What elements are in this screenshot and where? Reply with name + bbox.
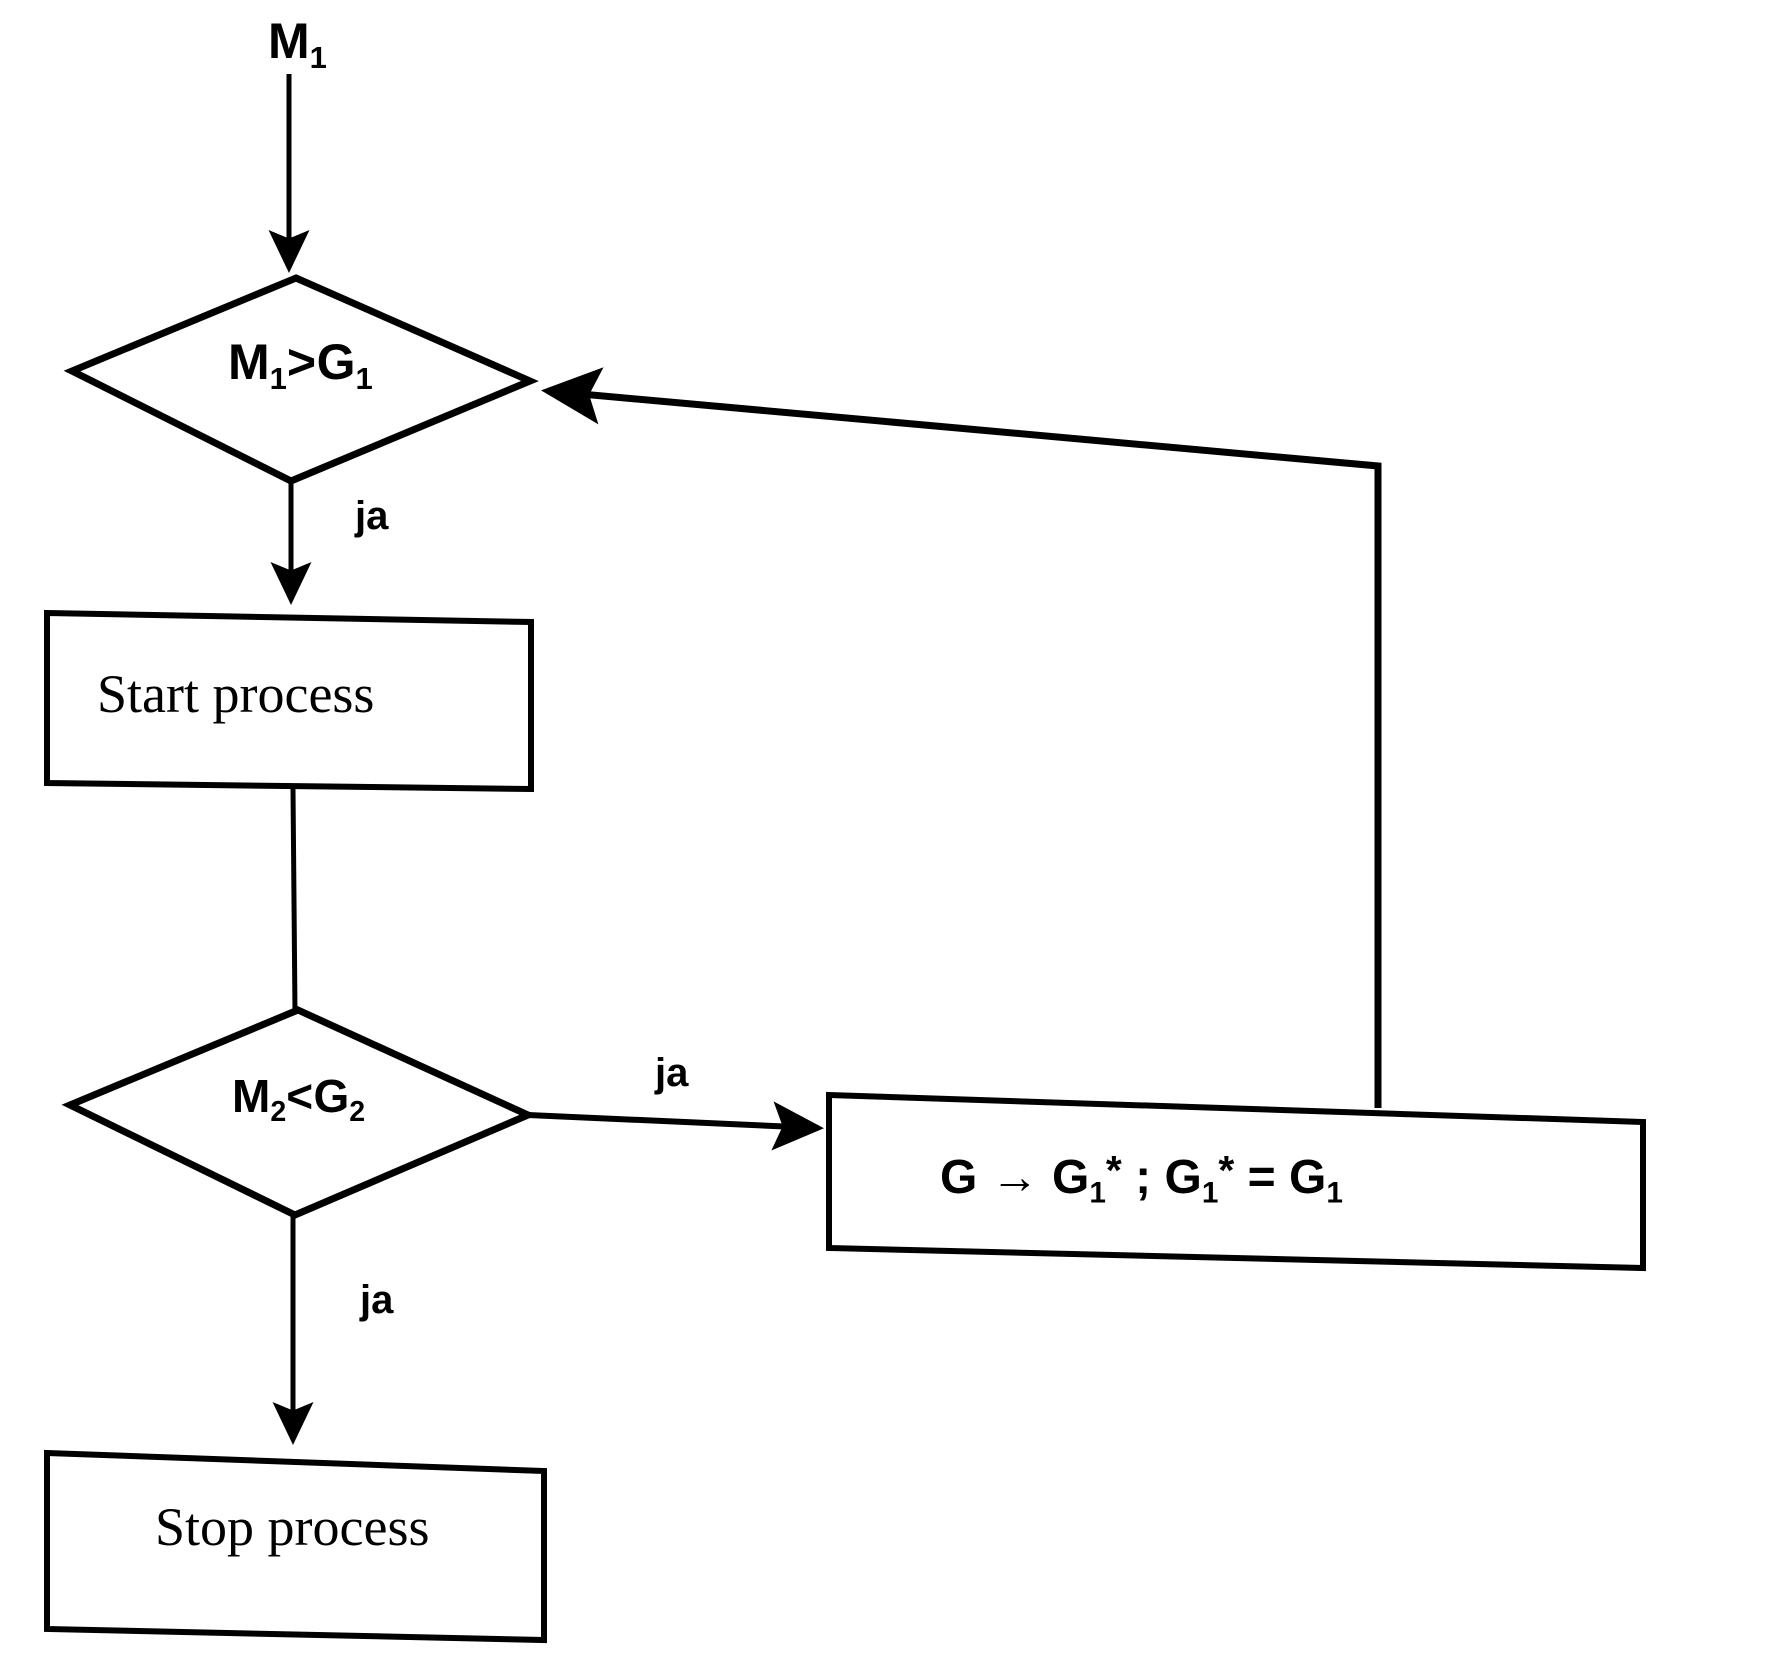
stop-process-label: Stop process xyxy=(155,1497,430,1557)
edge-decision2-yes-right xyxy=(527,1101,824,1151)
decision1-label: M1>G1 xyxy=(228,334,373,396)
input-variable-label: M1 xyxy=(268,13,327,75)
edge-assign-feedback xyxy=(541,367,1382,1108)
flowchart-canvas: M1 M1>G1 ja Start process M2<G2 ja ja G … xyxy=(0,0,1786,1661)
edge-start-to-decision2 xyxy=(290,788,298,1014)
assignment-label: G → G1* ; G1* = G1 xyxy=(940,1147,1343,1210)
edge-label-decision2-down-yes: ja xyxy=(360,1278,394,1322)
edge-label-decision2-right-yes: ja xyxy=(655,1051,689,1095)
start-process-label: Start process xyxy=(97,664,375,724)
flowchart-graphics xyxy=(44,74,1646,1644)
decision2-label: M2<G2 xyxy=(232,1070,366,1129)
edge-label-decision1-yes: ja xyxy=(355,494,389,538)
